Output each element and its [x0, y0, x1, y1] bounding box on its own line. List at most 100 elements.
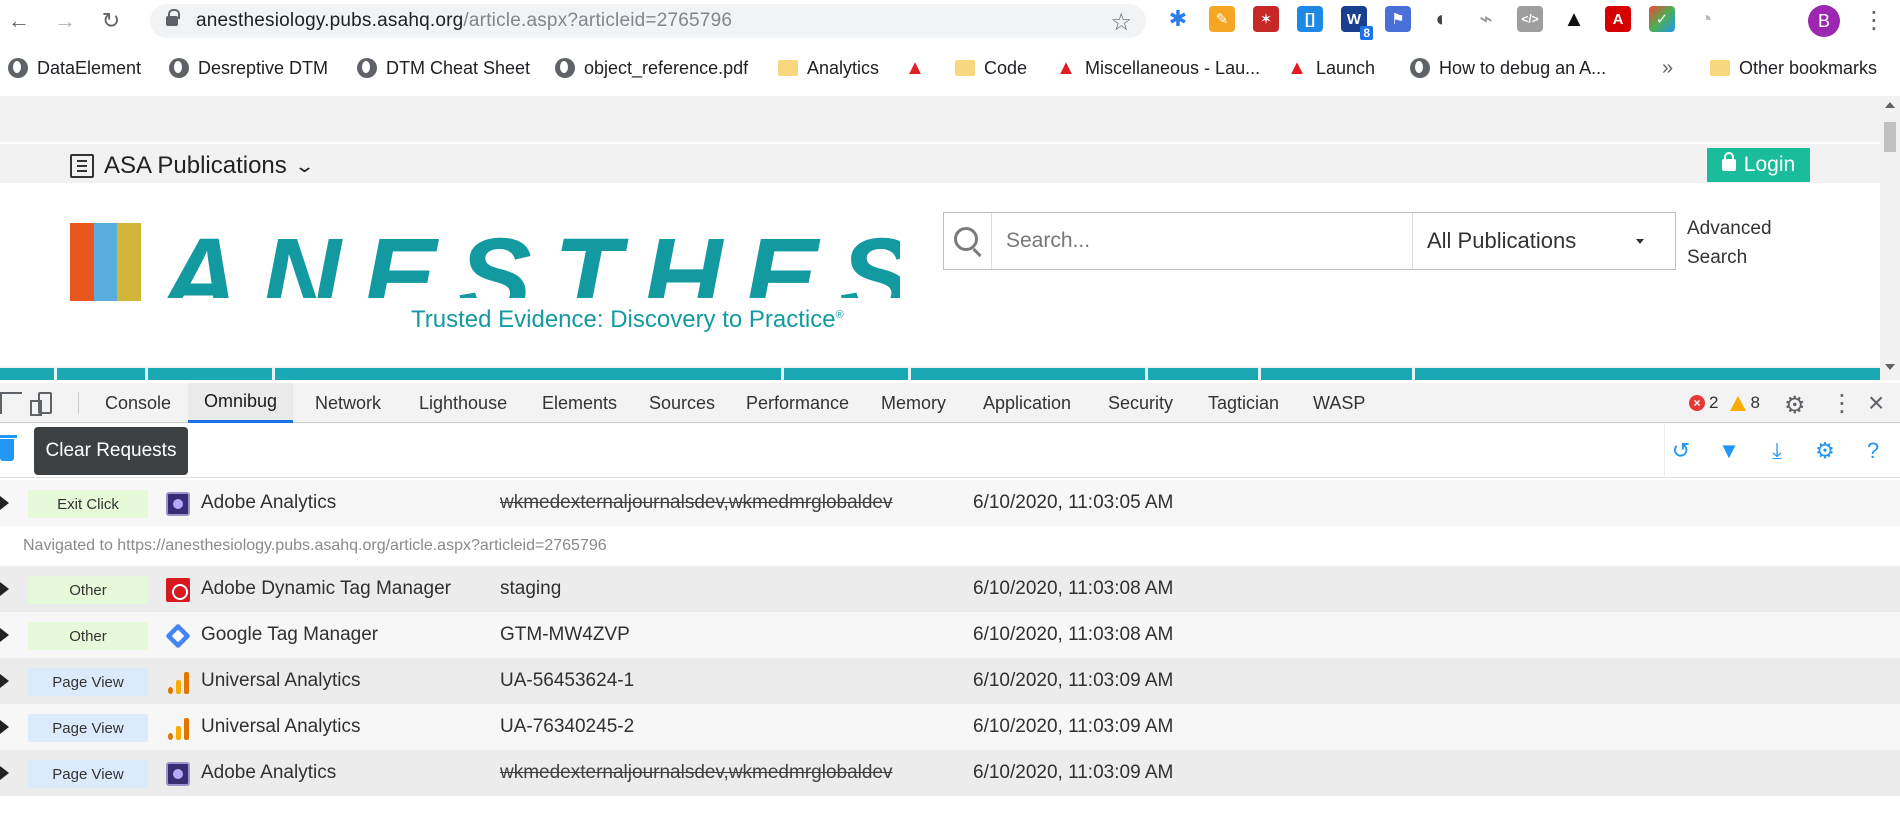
browser-menu-icon[interactable]: ⋮: [1862, 6, 1886, 35]
scroll-down-arrow-icon[interactable]: [1885, 364, 1895, 370]
tab-network[interactable]: Network: [315, 383, 381, 423]
request-row[interactable]: Page View Universal Analytics UA-5645362…: [0, 658, 1900, 704]
request-row[interactable]: Page View Universal Analytics UA-7634024…: [0, 704, 1900, 750]
overflow-chevron-icon: »: [1662, 56, 1674, 79]
expand-arrow-icon[interactable]: [0, 582, 9, 596]
request-row[interactable]: Other Adobe Dynamic Tag Manager staging …: [0, 566, 1900, 612]
bookmark-label: DTM Cheat Sheet: [386, 57, 531, 78]
account-id: wkmedexternaljournalsdev,wkmedmrglobalde…: [500, 762, 893, 783]
bookmark-desreptive-dtm[interactable]: Desreptive DTM: [169, 50, 328, 86]
request-type-badge: Other: [28, 622, 148, 650]
device-toolbar-icon[interactable]: [30, 392, 52, 416]
color-extension-icon[interactable]: ✓: [1649, 6, 1675, 32]
trash-icon[interactable]: [0, 435, 17, 461]
journal-logo-mark[interactable]: [70, 223, 142, 301]
reload-icon[interactable]: ↻: [96, 6, 126, 36]
devtools-tab-bar: Console Omnibug Network Lighthouse Eleme…: [0, 383, 1900, 423]
tagline: Trusted Evidence: Discovery to Practice®: [411, 306, 844, 334]
bookmark-adobe[interactable]: ▲: [905, 50, 925, 86]
bracket-extension-icon[interactable]: []: [1297, 6, 1323, 32]
request-row[interactable]: Page View Adobe Analytics wkmedexternalj…: [0, 750, 1900, 796]
tab-memory[interactable]: Memory: [881, 383, 946, 423]
star-extension-icon[interactable]: ✶: [1253, 6, 1279, 32]
expand-arrow-icon[interactable]: [0, 720, 9, 734]
bookmark-launch[interactable]: ▲ Launch: [1287, 50, 1375, 86]
circle-extension-icon[interactable]: ◐: [1429, 6, 1455, 32]
bird-extension-icon[interactable]: ⌁: [1473, 6, 1499, 32]
download-icon[interactable]: ⤓: [1764, 438, 1790, 464]
tab-performance[interactable]: Performance: [746, 383, 849, 423]
bookmark-miscellaneous[interactable]: ▲ Miscellaneous - Lau...: [1056, 50, 1260, 86]
bookmark-dataelement[interactable]: DataElement: [8, 50, 141, 86]
inspect-element-icon[interactable]: [0, 392, 22, 414]
tab-lighthouse[interactable]: Lighthouse: [419, 383, 507, 423]
address-bar[interactable]: anesthesiology.pubs.asahq.org/article.as…: [150, 4, 1146, 38]
devtools-menu-icon[interactable]: ⋮: [1830, 389, 1854, 418]
wappalyzer-extension-icon[interactable]: W8: [1341, 6, 1373, 40]
expand-arrow-icon[interactable]: [0, 628, 9, 642]
bookmark-code-folder[interactable]: Code: [955, 50, 1027, 86]
universal-analytics-icon: [166, 670, 190, 694]
expand-arrow-icon[interactable]: [0, 674, 9, 688]
triangle-extension-icon[interactable]: ▲: [1561, 6, 1587, 32]
adobe-extension-icon[interactable]: A: [1605, 6, 1631, 32]
search-icon[interactable]: [944, 213, 992, 269]
timestamp: 6/10/2020, 11:03:08 AM: [973, 578, 1174, 599]
pencil-extension-icon[interactable]: ✎: [1209, 6, 1235, 32]
devtools-close-icon[interactable]: ×: [1868, 387, 1884, 419]
tab-sources[interactable]: Sources: [649, 383, 715, 423]
bookmark-star-icon[interactable]: ☆: [1110, 8, 1132, 37]
tab-application[interactable]: Application: [983, 383, 1071, 423]
request-row[interactable]: Other Google Tag Manager GTM-MW4ZVP 6/10…: [0, 612, 1900, 658]
expand-arrow-icon[interactable]: [0, 496, 9, 510]
profile-avatar[interactable]: B: [1808, 5, 1840, 37]
bookmark-how-to-debug[interactable]: How to debug an A...: [1410, 50, 1606, 86]
tab-omnibug[interactable]: Omnibug: [188, 383, 294, 423]
flag-extension-icon[interactable]: ⚑: [1385, 6, 1411, 32]
tab-console[interactable]: Console: [105, 383, 171, 423]
request-type-badge: Exit Click: [28, 490, 148, 518]
request-type-badge: Page View: [28, 760, 148, 788]
registered-mark: ®: [835, 309, 844, 321]
filter-icon[interactable]: ▼: [1716, 438, 1742, 464]
gauge-extension-icon[interactable]: ◔: [1693, 6, 1719, 32]
devtools-settings-gear-icon[interactable]: ⚙: [1784, 391, 1806, 420]
bookmark-object-reference[interactable]: object_reference.pdf: [555, 50, 748, 86]
tab-elements[interactable]: Elements: [542, 383, 617, 423]
login-button[interactable]: Login: [1707, 148, 1810, 182]
bookmark-analytics-folder[interactable]: Analytics: [778, 50, 879, 86]
bookmark-label: Other bookmarks: [1739, 57, 1878, 78]
advanced-search-link[interactable]: Advanced Search: [1687, 214, 1787, 272]
journal-logo-wordmark[interactable]: ANESTHESIOLOGY: [160, 208, 900, 298]
google-tag-manager-icon: [165, 623, 191, 649]
bookmark-dtm-cheat-sheet[interactable]: DTM Cheat Sheet: [357, 50, 530, 86]
search-input[interactable]: [992, 213, 1412, 269]
forward-arrow-icon[interactable]: →: [50, 6, 80, 36]
code-extension-icon[interactable]: </>: [1517, 6, 1543, 32]
history-icon[interactable]: ↺: [1668, 438, 1694, 464]
globe-icon: [357, 58, 377, 78]
settings-gear-icon[interactable]: ⚙: [1812, 438, 1838, 464]
request-row[interactable]: Exit Click Adobe Analytics wkmedexternal…: [0, 480, 1900, 526]
bookmark-label: Code: [984, 57, 1028, 78]
tab-security[interactable]: Security: [1108, 383, 1173, 423]
expand-arrow-icon[interactable]: [0, 766, 9, 780]
service-name: Adobe Analytics: [201, 762, 337, 783]
url-text[interactable]: anesthesiology.pubs.asahq.org/article.as…: [196, 10, 732, 32]
tab-wasp[interactable]: WASP: [1313, 383, 1365, 423]
scrollbar-thumb[interactable]: [1884, 122, 1896, 152]
back-arrow-icon[interactable]: ←: [4, 6, 34, 36]
tab-tagtician[interactable]: Tagtician: [1208, 383, 1279, 423]
debugger-extension-icon[interactable]: ✱: [1165, 6, 1191, 32]
bookmarks-overflow-button[interactable]: »: [1662, 50, 1673, 86]
navigation-message: Navigated to https://anesthesiology.pubs…: [0, 526, 1900, 566]
help-icon[interactable]: ?: [1860, 438, 1886, 464]
page-scrollbar[interactable]: [1880, 96, 1900, 380]
issues-counter[interactable]: × 2 8: [1689, 393, 1760, 413]
folder-icon: [778, 60, 798, 76]
bookmark-other-bookmarks[interactable]: Other bookmarks: [1710, 50, 1877, 86]
publications-dropdown[interactable]: ASA Publications ⌄: [70, 152, 315, 180]
publication-filter-select[interactable]: All Publications: [1412, 213, 1652, 269]
timestamp: 6/10/2020, 11:03:09 AM: [973, 670, 1174, 691]
scroll-up-arrow-icon[interactable]: [1885, 102, 1895, 108]
